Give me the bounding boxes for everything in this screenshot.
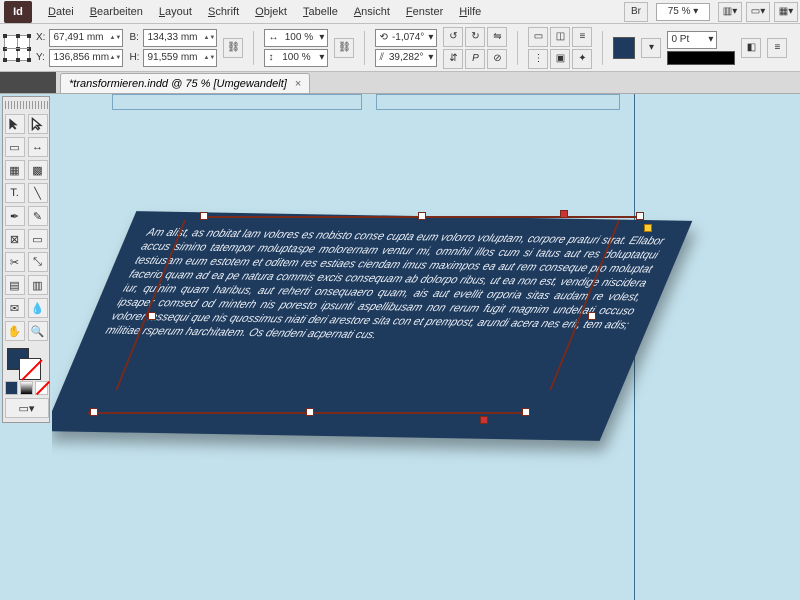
view-options-button[interactable]: ▥▾ [718, 2, 742, 22]
handle-in-port[interactable] [560, 210, 568, 218]
tab-close-button[interactable]: × [295, 78, 301, 90]
stroke-weight-field[interactable]: 0 Pt▾ [667, 31, 717, 49]
zoom-tool[interactable]: 🔍 [28, 321, 48, 341]
menu-hilfe[interactable]: Hilfe [451, 6, 489, 18]
stroke-style-dropdown[interactable] [667, 51, 735, 65]
stroke-chip[interactable] [19, 358, 41, 380]
constrain-wh-icon[interactable]: ⛓ [223, 38, 243, 58]
document-tab-title: *transformieren.indd @ 75 % [Umgewandelt… [69, 78, 287, 90]
w-label: B: [129, 32, 139, 43]
rotate-ccw-button[interactable]: ↺ [443, 27, 463, 47]
bridge-button[interactable]: Br [624, 2, 648, 22]
selection-tool[interactable] [5, 114, 25, 134]
document-tabstrip: *transformieren.indd @ 75 % [Umgewandelt… [0, 72, 800, 94]
eyedropper-tool[interactable]: 💧 [28, 298, 48, 318]
menu-datei[interactable]: DDateiatei [40, 6, 82, 18]
content-placer-tool[interactable]: ▩ [28, 160, 48, 180]
document-tab[interactable]: *transformieren.indd @ 75 % [Umgewandelt… [60, 73, 310, 93]
h-label: H: [129, 52, 139, 63]
gap-tool[interactable]: ↔ [28, 137, 48, 157]
scale-y-field[interactable]: ↕100 %▾ [264, 49, 328, 67]
scissors-tool[interactable]: ✂ [5, 252, 25, 272]
note-tool[interactable]: ✉ [5, 298, 25, 318]
pen-tool[interactable]: ✒ [5, 206, 25, 226]
transform-quick-buttons: ↺ ↻ ⇋ ⇵ P ⊘ [443, 27, 507, 69]
rectangle-tool[interactable]: ▭ [28, 229, 48, 249]
column-guide-1 [112, 94, 362, 110]
screen-mode-tool[interactable]: ▭▾ [5, 398, 49, 418]
rectangle-frame-tool[interactable]: ⊠ [5, 229, 25, 249]
y-label: Y: [36, 52, 45, 63]
menu-fenster[interactable]: Fenster [398, 6, 451, 18]
apply-color-button[interactable] [5, 381, 18, 395]
menu-objekt[interactable]: Objekt [247, 6, 295, 18]
control-bar: X: 67,491 mm▲▼ Y: 136,856 mm▲▼ B: 134,33… [0, 24, 800, 72]
hand-tool[interactable]: ✋ [5, 321, 25, 341]
reference-point-grid[interactable] [4, 35, 30, 61]
align-button[interactable]: ≡ [572, 27, 592, 47]
x-field[interactable]: 67,491 mm▲▼ [49, 29, 123, 47]
gradient-feather-tool[interactable]: ▥ [28, 275, 48, 295]
p-indicator-icon: P [465, 49, 485, 69]
menu-schrift[interactable]: Schrift [200, 6, 247, 18]
type-tool[interactable]: T. [5, 183, 25, 203]
scale-x-field[interactable]: ↔100 %▾ [264, 29, 328, 47]
fill-dropdown[interactable]: ▾ [641, 38, 661, 58]
handle-tr[interactable] [636, 212, 644, 220]
flip-h-button[interactable]: ⇋ [487, 27, 507, 47]
screen-mode-button[interactable]: ▭▾ [746, 2, 770, 22]
column-guide-2 [376, 94, 620, 110]
align-buttons: ▭ ◫ ≡ ⋮ ▣ ✦ [528, 27, 592, 69]
tabstrip-pad [0, 72, 56, 93]
y-field[interactable]: 136,856 mm▲▼ [49, 49, 123, 67]
rotate-field[interactable]: ⟲-1,074°▾ [375, 29, 437, 47]
fit-content-button[interactable]: ▣ [550, 49, 570, 69]
constrain-scale-icon[interactable]: ⛓ [334, 38, 354, 58]
gradient-swatch-tool[interactable]: ▤ [5, 275, 25, 295]
select-content-button[interactable]: ◫ [550, 27, 570, 47]
panel-grip[interactable] [5, 101, 48, 109]
line-tool[interactable]: ╲ [28, 183, 48, 203]
pencil-tool[interactable]: ✎ [28, 206, 48, 226]
clear-transform-button[interactable]: ⊘ [487, 49, 507, 69]
select-container-button[interactable]: ▭ [528, 27, 548, 47]
apply-none-button[interactable] [35, 381, 48, 395]
tool-panel: ▭ ↔ ▦ ▩ T. ╲ ✒ ✎ ⊠ ▭ ✂ ⤡ ▤ ▥ ✉ 💧 ✋ 🔍 ▭▾ [2, 96, 50, 423]
flip-v-button[interactable]: ⇵ [443, 49, 463, 69]
menu-ansicht[interactable]: Ansicht [346, 6, 398, 18]
app-logo: Id [4, 1, 32, 23]
x-label: X: [36, 32, 45, 43]
menu-layout[interactable]: Layout [151, 6, 200, 18]
shear-field[interactable]: ⫽39,282°▾ [375, 49, 437, 67]
fill-stroke-swatches[interactable] [5, 348, 48, 378]
direct-selection-tool[interactable] [28, 114, 48, 134]
zoom-dropdown[interactable]: 75 % ▾ [656, 3, 710, 21]
menu-tabelle[interactable]: Tabelle [295, 6, 346, 18]
more-options-button[interactable]: ≡ [767, 38, 787, 58]
distribute-button[interactable]: ⋮ [528, 49, 548, 69]
frame-text: Am alist, as nobitat lam volores es nobi… [69, 225, 666, 426]
apply-gradient-button[interactable] [20, 381, 33, 395]
selected-text-frame[interactable]: Am alist, as nobitat lam volores es nobi… [88, 216, 648, 436]
rotate-cw-button[interactable]: ↻ [465, 27, 485, 47]
h-field[interactable]: 91,559 mm▲▼ [143, 49, 217, 67]
center-content-button[interactable]: ✦ [572, 49, 592, 69]
content-collector-tool[interactable]: ▦ [5, 160, 25, 180]
page-tool[interactable]: ▭ [5, 137, 25, 157]
document-canvas[interactable]: Am alist, as nobitat lam volores es nobi… [52, 94, 800, 600]
effects-button[interactable]: ◧ [741, 38, 761, 58]
menu-bar: Id DDateiatei Bearbeiten Layout Schrift … [0, 0, 800, 24]
menu-bearbeiten[interactable]: Bearbeiten [82, 6, 151, 18]
w-field[interactable]: 134,33 mm▲▼ [143, 29, 217, 47]
arrange-button[interactable]: ▦▾ [774, 2, 798, 22]
fill-swatch[interactable] [613, 37, 635, 59]
free-transform-tool[interactable]: ⤡ [28, 252, 48, 272]
